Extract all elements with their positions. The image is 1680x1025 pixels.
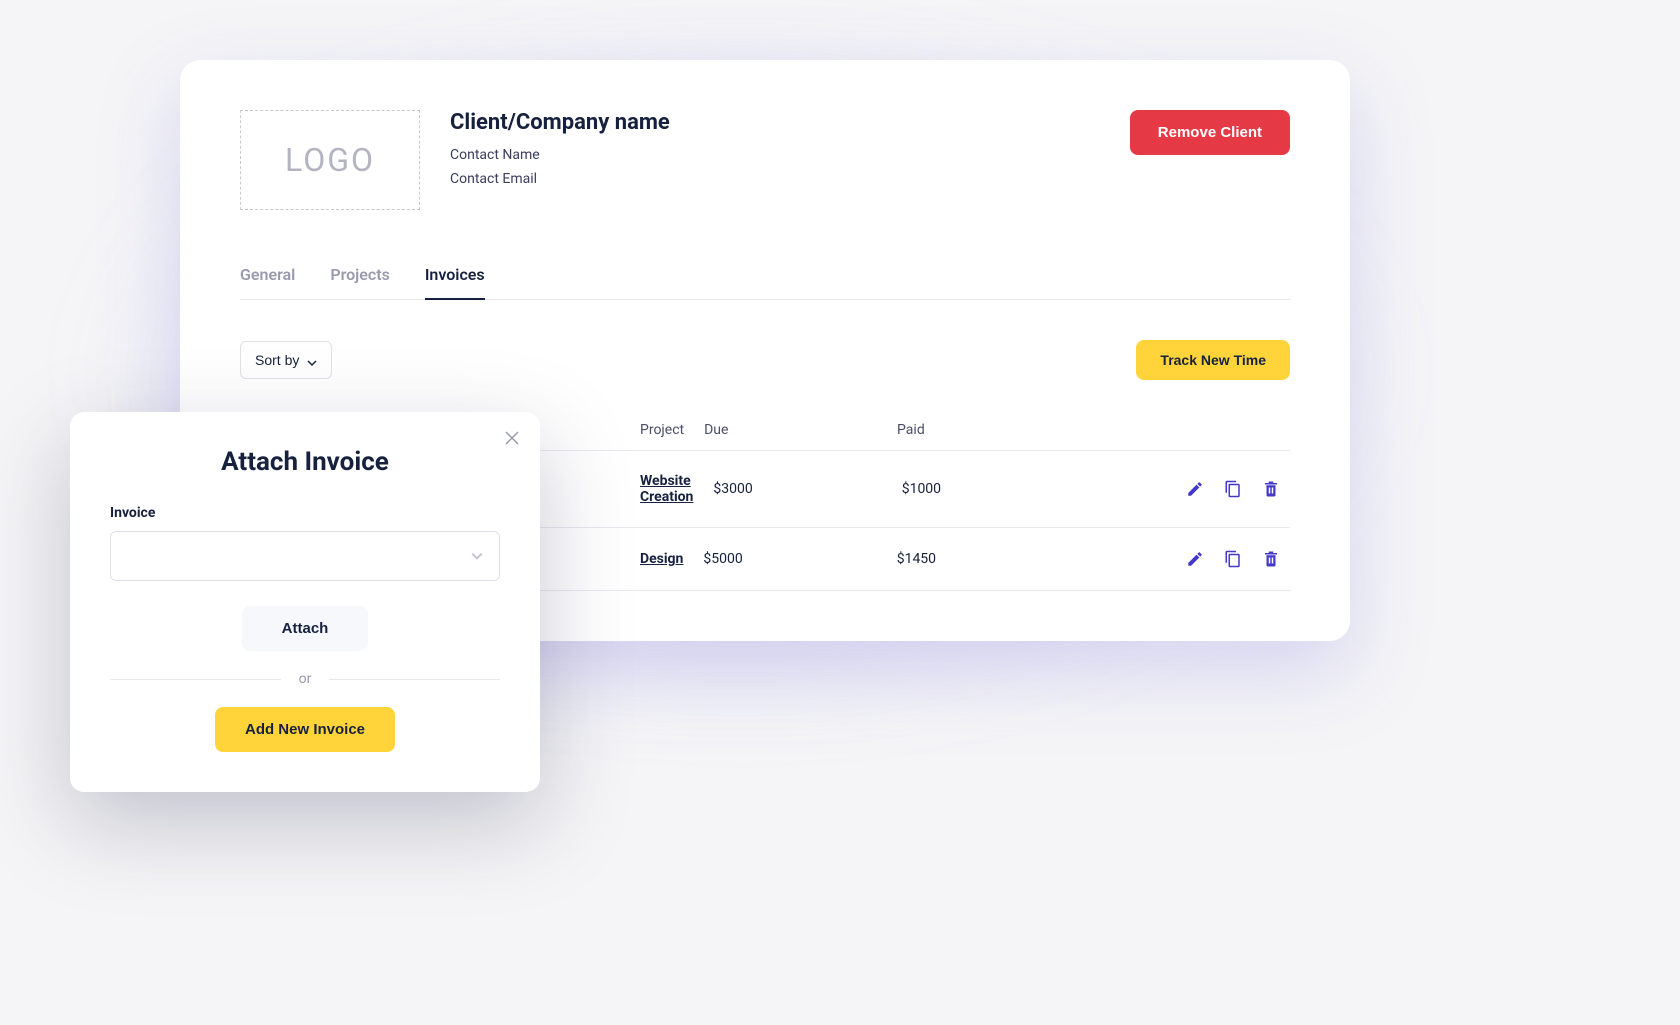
or-divider: or	[110, 671, 500, 687]
column-actions	[1090, 422, 1290, 438]
add-new-invoice-button[interactable]: Add New Invoice	[215, 707, 395, 752]
contact-name: Contact Name	[450, 147, 1100, 163]
paid-amount: $1450	[897, 551, 1070, 567]
copy-icon[interactable]	[1224, 480, 1242, 498]
invoice-label: Invoice	[110, 505, 500, 521]
column-paid: Paid	[897, 422, 1070, 438]
due-amount: $3000	[713, 481, 881, 497]
close-icon[interactable]	[504, 430, 520, 446]
or-text: or	[299, 671, 312, 687]
tabs: General Projects Invoices	[240, 265, 1290, 300]
chevron-down-icon	[471, 547, 483, 566]
due-amount: $5000	[703, 551, 876, 567]
attach-button[interactable]: Attach	[242, 606, 369, 651]
company-name: Client/Company name	[450, 110, 1100, 135]
track-new-time-button[interactable]: Track New Time	[1136, 340, 1290, 380]
tab-general[interactable]: General	[240, 265, 295, 300]
copy-icon[interactable]	[1224, 550, 1242, 568]
tab-invoices[interactable]: Invoices	[425, 265, 485, 300]
edit-icon[interactable]	[1186, 480, 1204, 498]
attach-invoice-modal: Attach Invoice Invoice Attach or Add New…	[70, 412, 540, 792]
logo-placeholder[interactable]: LOGO	[240, 110, 420, 210]
paid-amount: $1000	[902, 481, 1070, 497]
trash-icon[interactable]	[1262, 480, 1280, 498]
column-due: Due	[704, 422, 877, 438]
client-info: Client/Company name Contact Name Contact…	[450, 110, 1100, 195]
invoice-select[interactable]	[110, 531, 500, 581]
trash-icon[interactable]	[1262, 550, 1280, 568]
remove-client-button[interactable]: Remove Client	[1130, 110, 1290, 155]
sort-by-dropdown[interactable]: Sort by	[240, 341, 332, 379]
contact-email: Contact Email	[450, 171, 1100, 187]
modal-title: Attach Invoice	[110, 447, 500, 477]
chevron-down-icon	[307, 355, 317, 365]
row-actions	[1090, 480, 1290, 498]
client-header: LOGO Client/Company name Contact Name Co…	[240, 110, 1290, 210]
toolbar: Sort by Track New Time	[240, 340, 1290, 380]
edit-icon[interactable]	[1186, 550, 1204, 568]
tab-projects[interactable]: Projects	[330, 265, 390, 300]
row-actions	[1090, 550, 1290, 568]
sort-label: Sort by	[255, 352, 299, 368]
